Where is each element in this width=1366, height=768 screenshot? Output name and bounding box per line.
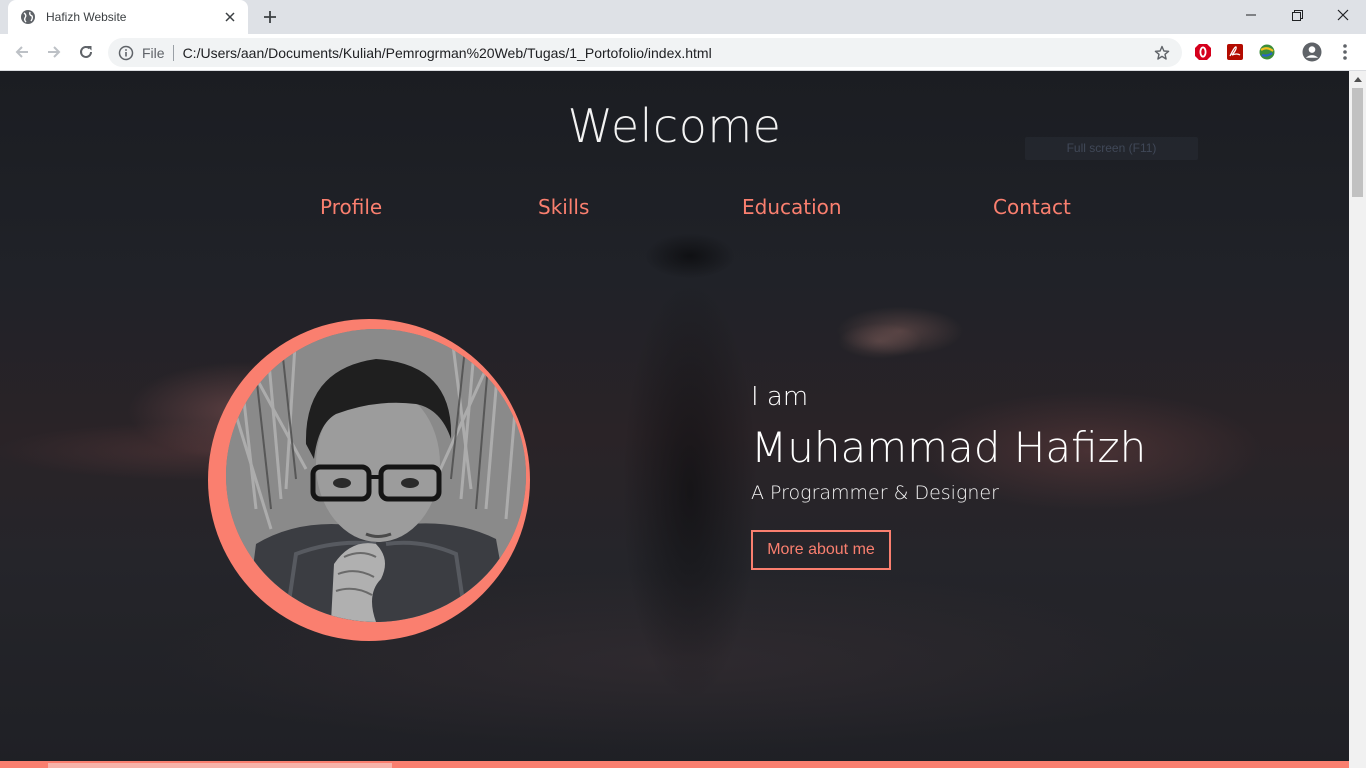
- minimize-button[interactable]: [1228, 0, 1274, 30]
- intro-text: I am: [751, 382, 809, 412]
- address-bar[interactable]: File C:/Users/aan/Documents/Kuliah/Pemro…: [108, 38, 1182, 67]
- nav-link-profile[interactable]: Profile: [320, 195, 382, 219]
- profile-avatar-icon[interactable]: [1302, 42, 1322, 62]
- new-tab-button[interactable]: [258, 5, 282, 29]
- profile-photo: [226, 329, 526, 622]
- scroll-thumb[interactable]: [1352, 88, 1363, 197]
- page-scrollbar[interactable]: [1349, 71, 1366, 768]
- nav-link-education[interactable]: Education: [742, 195, 842, 219]
- nav-link-skills[interactable]: Skills: [538, 195, 589, 219]
- bookmark-star-icon[interactable]: [1152, 43, 1172, 63]
- browser-tab[interactable]: Hafizh Website: [8, 0, 248, 34]
- fullscreen-tooltip: Full screen (F11): [1025, 137, 1198, 160]
- person-name: Muhammad Hafizh: [751, 423, 1147, 472]
- reload-button[interactable]: [72, 38, 100, 66]
- back-button[interactable]: [8, 38, 36, 66]
- url-scheme-label: File: [142, 44, 174, 61]
- nav-link-contact[interactable]: Contact: [993, 195, 1071, 219]
- close-tab-icon[interactable]: [222, 9, 238, 25]
- browser-titlebar: Hafizh Website: [0, 0, 1366, 34]
- download-manager-extension-icon[interactable]: [1258, 43, 1276, 61]
- person-role: A Programmer & Designer: [751, 482, 999, 504]
- forward-button[interactable]: [40, 38, 68, 66]
- pdf-extension-icon[interactable]: [1226, 43, 1244, 61]
- url-text[interactable]: C:/Users/aan/Documents/Kuliah/Pemrogrman…: [183, 45, 1152, 61]
- restore-button[interactable]: [1274, 0, 1320, 30]
- tab-title: Hafizh Website: [46, 10, 127, 24]
- browser-toolbar: File C:/Users/aan/Documents/Kuliah/Pemro…: [0, 34, 1366, 71]
- globe-icon: [20, 9, 36, 25]
- bottom-accent-highlight: [48, 763, 392, 768]
- page-viewport: Welcome Full screen (F11) Profile Skills…: [0, 71, 1349, 768]
- info-icon[interactable]: [118, 45, 134, 61]
- adblock-extension-icon[interactable]: [1194, 43, 1212, 61]
- scroll-up-arrow-icon[interactable]: [1349, 71, 1366, 88]
- close-window-button[interactable]: [1320, 0, 1366, 30]
- more-about-me-button[interactable]: More about me: [751, 530, 891, 570]
- browser-menu-icon[interactable]: [1336, 43, 1354, 61]
